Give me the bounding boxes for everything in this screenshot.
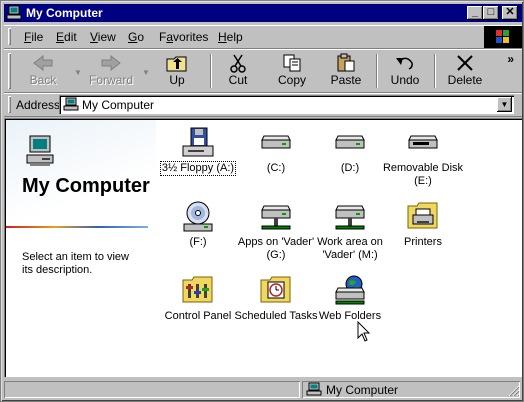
address-label: Address <box>16 98 61 112</box>
address-field[interactable]: My Computer ▼ <box>59 95 514 114</box>
item-label: (F:) <box>189 236 207 248</box>
toolbar-more-chevron[interactable]: » <box>507 52 514 66</box>
delete-x-icon <box>457 55 473 71</box>
status-zone-pane: My Computer <box>302 381 520 398</box>
windows-flag-icon <box>496 30 509 43</box>
item-label: (D:) <box>340 162 360 174</box>
copy-icon <box>283 54 301 72</box>
back-arrow-icon <box>33 54 53 72</box>
standard-toolbar: Back ▼ Forward ▼ Up Cut Copy Paste Undo … <box>4 49 522 93</box>
window-title: My Computer <box>26 6 103 20</box>
dropdown-arrow-icon: ▼ <box>500 100 509 109</box>
menu-bar: File Edit View Go Favorites Help <box>4 25 522 49</box>
toolbar-grip[interactable] <box>8 53 11 89</box>
address-dropdown-button[interactable]: ▼ <box>497 97 512 112</box>
sidebar-title: My Computer <box>22 175 150 197</box>
item-label: Removable Disk (E:) <box>382 162 464 187</box>
address-value: My Computer <box>82 98 155 112</box>
printers-folder[interactable]: Printers <box>379 200 467 249</box>
sidebar-divider <box>6 226 148 228</box>
maximize-icon: □ <box>487 6 495 18</box>
close-icon: ✕ <box>505 6 515 18</box>
hard-drive-icon <box>335 135 365 149</box>
web-folders-icon <box>335 275 365 305</box>
toolbar-separator <box>376 54 378 88</box>
toolbar-separator <box>434 54 436 88</box>
menu-bar-grip[interactable] <box>8 28 11 45</box>
forward-button[interactable]: Forward ▼ <box>84 52 150 90</box>
status-location: My Computer <box>326 383 399 397</box>
menu-favorites[interactable]: Favorites <box>159 30 208 44</box>
explorer-window: My Computer _ □ ✕ File Edit View Go Favo… <box>0 0 524 402</box>
item-label: 3½ Floppy (A:) <box>159 161 237 176</box>
hard-drive-icon <box>261 135 291 149</box>
printers-folder-icon <box>407 202 438 229</box>
menu-go[interactable]: Go <box>128 30 144 44</box>
up-button[interactable]: Up <box>152 52 202 90</box>
close-button[interactable]: ✕ <box>502 6 518 20</box>
title-bar[interactable]: My Computer _ □ ✕ <box>4 4 522 22</box>
sidebar-description: Select an item to view its description. <box>22 251 129 276</box>
control-panel-icon <box>182 276 213 303</box>
menu-view[interactable]: View <box>90 30 116 44</box>
drive-removable-e[interactable]: Removable Disk (E:) <box>379 126 467 188</box>
up-folder-icon <box>166 56 187 72</box>
paste-clipboard-icon <box>337 53 355 72</box>
floppy-drive-icon <box>182 127 214 157</box>
cut-button[interactable]: Cut <box>216 52 260 90</box>
web-folders[interactable]: Web Folders <box>306 274 394 323</box>
paste-button[interactable]: Paste <box>322 52 370 90</box>
cd-drive-icon <box>183 201 213 232</box>
my-computer-icon <box>63 97 79 111</box>
toolbar-separator <box>210 54 212 88</box>
back-button[interactable]: Back ▼ <box>16 52 82 90</box>
item-label: Web Folders <box>318 310 382 322</box>
network-drive-icon <box>335 205 365 230</box>
resize-grip-icon[interactable] <box>508 385 520 397</box>
back-dropdown-icon[interactable]: ▼ <box>74 68 82 77</box>
status-text-pane <box>4 381 300 398</box>
menu-file[interactable]: File <box>24 30 43 44</box>
removable-disk-icon <box>408 135 438 149</box>
mouse-cursor-icon <box>357 321 371 342</box>
undo-button[interactable]: Undo <box>382 52 428 90</box>
drive-cd-f[interactable]: (F:) <box>154 200 242 249</box>
item-label: Printers <box>404 236 442 248</box>
minimize-button[interactable]: _ <box>467 6 483 20</box>
copy-button[interactable]: Copy <box>268 52 316 90</box>
folder-view: My Computer Select an item to view its d… <box>4 118 522 377</box>
menu-help[interactable]: Help <box>218 30 243 44</box>
delete-button[interactable]: Delete <box>440 52 490 90</box>
scheduled-tasks-icon <box>260 276 291 303</box>
windows-logo <box>484 26 522 48</box>
address-bar-grip[interactable] <box>8 96 11 113</box>
item-label: (C:) <box>266 162 286 174</box>
my-computer-large-icon <box>26 135 54 166</box>
maximize-button[interactable]: □ <box>483 6 499 20</box>
menu-edit[interactable]: Edit <box>56 30 77 44</box>
forward-arrow-icon <box>101 54 121 72</box>
my-computer-icon <box>6 5 22 20</box>
minimize-icon: _ <box>471 6 479 18</box>
drive-floppy-a[interactable]: 3½ Floppy (A:) <box>154 126 242 176</box>
network-drive-icon <box>261 205 291 230</box>
status-bar: My Computer <box>4 379 522 399</box>
undo-arrow-icon <box>396 57 413 70</box>
my-computer-icon <box>306 382 322 396</box>
forward-dropdown-icon[interactable]: ▼ <box>142 68 150 77</box>
control-panel-folder[interactable]: Control Panel <box>154 274 242 323</box>
scissors-icon <box>230 54 246 73</box>
item-label: Control Panel <box>164 310 232 322</box>
address-bar: Address My Computer ▼ <box>4 93 522 117</box>
